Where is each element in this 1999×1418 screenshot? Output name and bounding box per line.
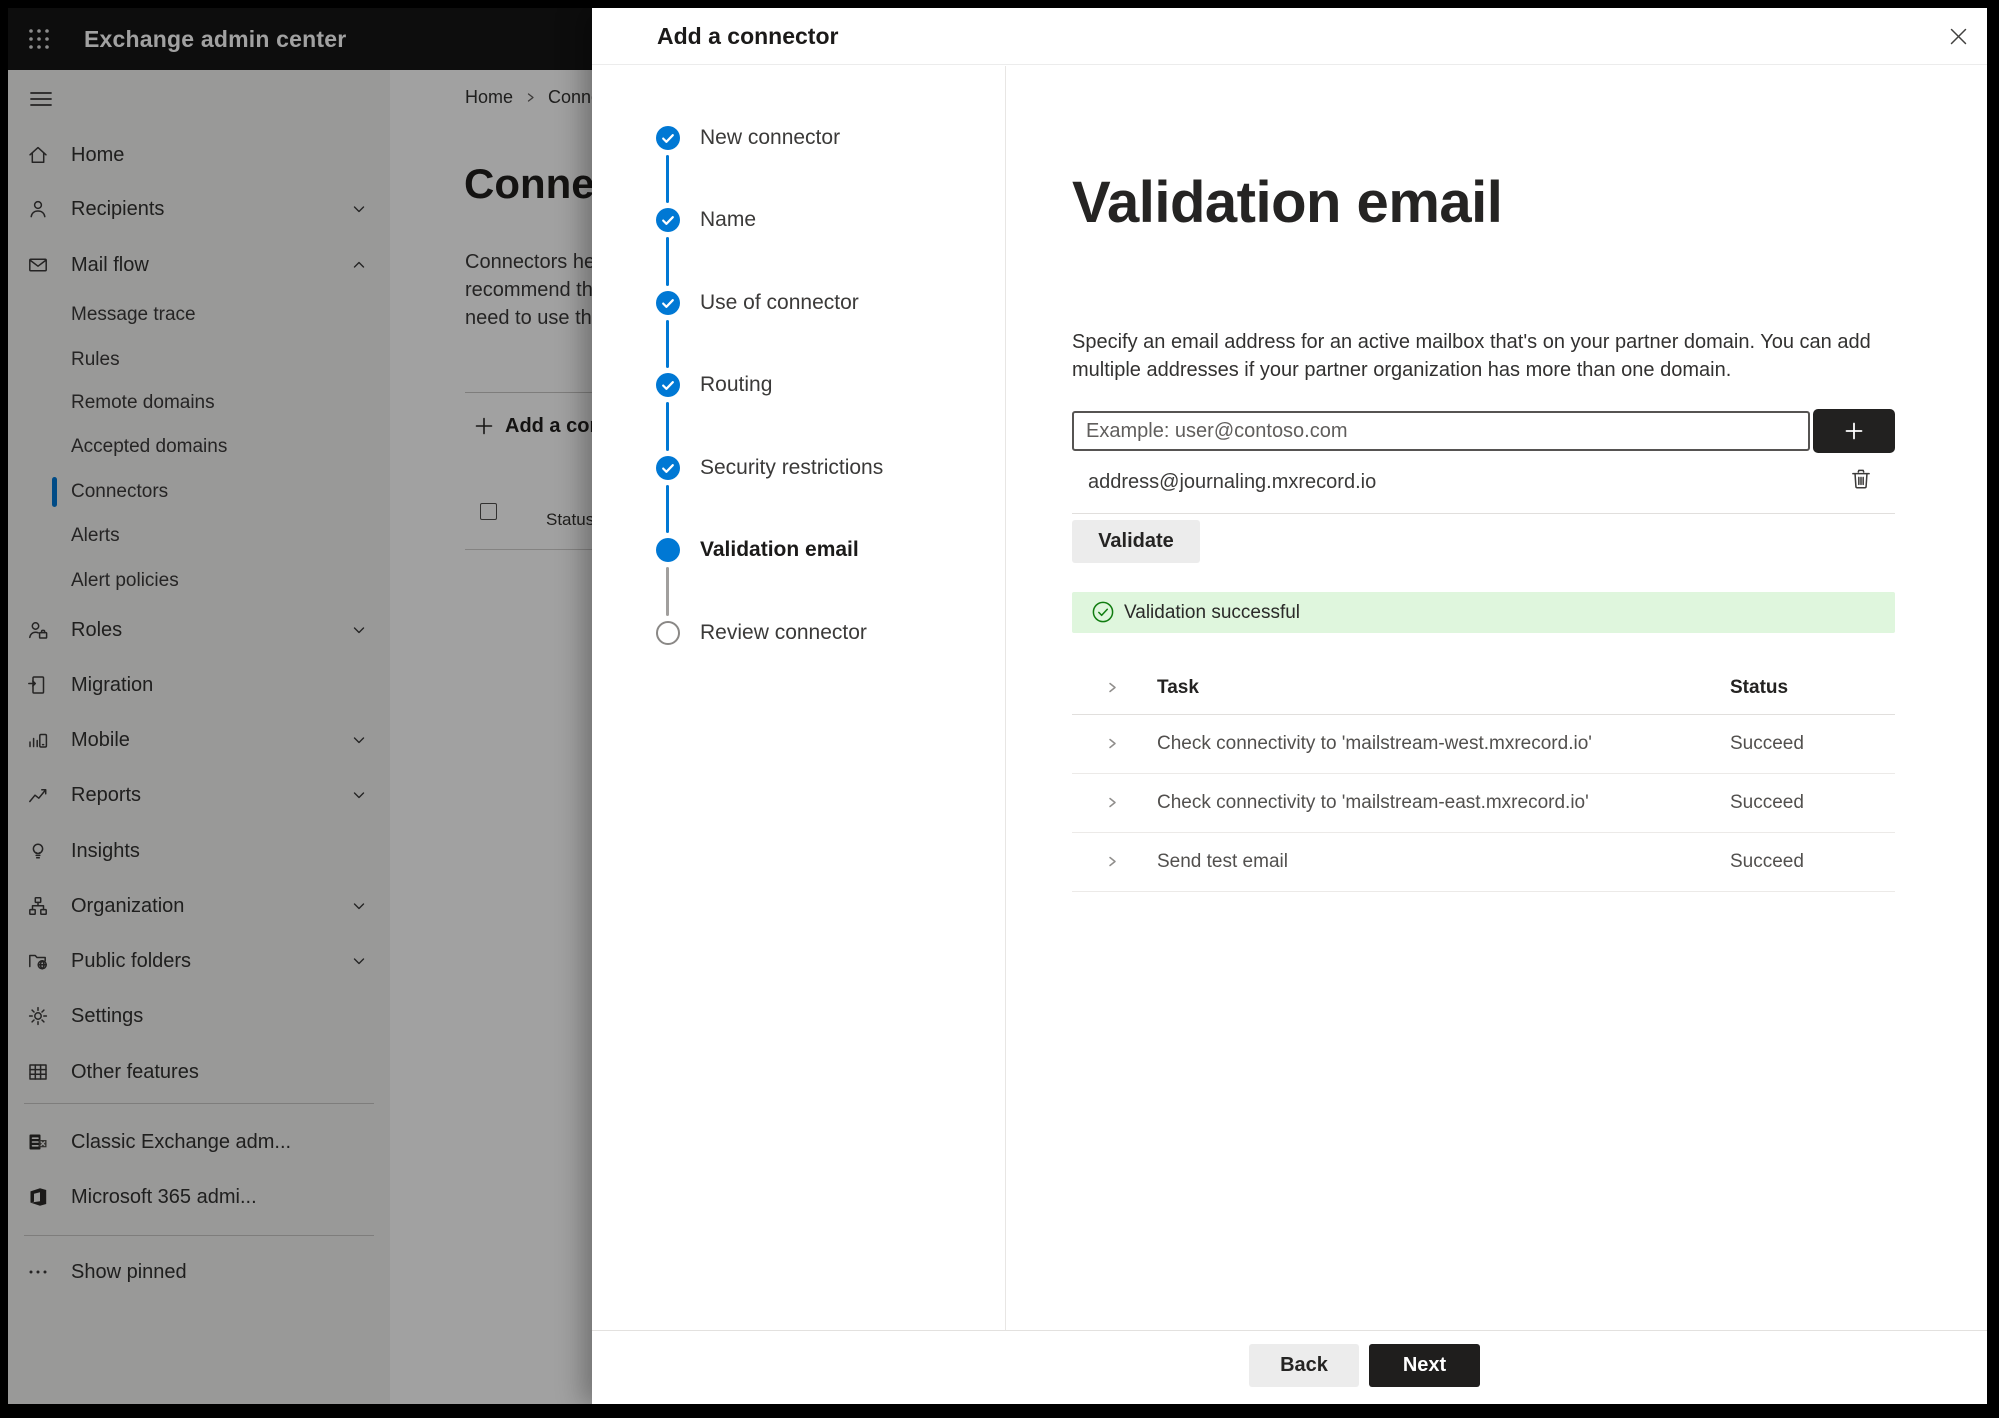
step-connector-line: [666, 485, 669, 533]
step-circle-upcoming: [656, 621, 680, 645]
step-connector-line: [666, 320, 669, 368]
wizard-step-use-of-connector[interactable]: Use of connector: [700, 289, 859, 317]
panel-title: Add a connector: [657, 23, 839, 49]
wizard-step-new-connector[interactable]: New connector: [700, 124, 840, 152]
step-circle-complete: [656, 126, 680, 150]
validation-success-banner: Validation successful: [1072, 592, 1895, 633]
delete-address-button[interactable]: [1846, 464, 1876, 494]
divider: [1072, 513, 1895, 514]
task-cell: Check connectivity to 'mailstream-west.m…: [1157, 733, 1592, 754]
validation-email-step-content: Validation email Specify an email addres…: [1006, 66, 1987, 1330]
close-icon[interactable]: [1943, 21, 1973, 51]
expand-row-chevron-icon[interactable]: [1106, 796, 1119, 809]
status-cell: Succeed: [1730, 851, 1804, 872]
description-line-1: Specify an email address for an active m…: [1072, 331, 1871, 353]
step-circle-current: [656, 538, 680, 562]
step-circle-complete: [656, 208, 680, 232]
task-cell: Check connectivity to 'mailstream-east.m…: [1157, 792, 1589, 813]
wizard-step-name[interactable]: Name: [700, 206, 756, 234]
task-cell: Send test email: [1157, 851, 1288, 872]
description-line-2: multiple addresses if your partner organ…: [1072, 359, 1732, 381]
table-header-row: Task Status: [1072, 661, 1895, 715]
step-circle-complete: [656, 291, 680, 315]
validate-button[interactable]: Validate: [1072, 520, 1200, 563]
next-button[interactable]: Next: [1369, 1344, 1480, 1387]
trash-icon: [1852, 469, 1870, 489]
wizard-steps: New connector Name Use of connector Routing…: [592, 66, 1006, 1330]
table-row[interactable]: Check connectivity to 'mailstream-east.m…: [1072, 774, 1895, 833]
wizard-step-routing[interactable]: Routing: [700, 371, 772, 399]
panel-footer: Back Next: [592, 1330, 1987, 1404]
task-column-header: Task: [1157, 676, 1199, 698]
table-row[interactable]: Send test email Succeed: [1072, 833, 1895, 892]
step-connector-line: [666, 567, 669, 616]
step-description: Specify an email address for an active m…: [1072, 328, 1871, 384]
added-address: address@journaling.mxrecord.io: [1088, 471, 1377, 493]
screen: Exchange admin center Home Recipients Mail…: [8, 8, 1987, 1404]
expand-row-chevron-icon[interactable]: [1106, 855, 1119, 868]
step-connector-line: [666, 237, 669, 286]
panel-header: Add a connector: [592, 8, 1987, 65]
step-circle-complete: [656, 456, 680, 480]
expand-row-chevron-icon[interactable]: [1106, 737, 1119, 750]
validation-tasks-table: Task Status Check connectivity to 'mailstr…: [1072, 661, 1895, 892]
wizard-step-validation-email[interactable]: Validation email: [700, 536, 859, 564]
modal-dim-overlay: [8, 8, 592, 1404]
status-cell: Succeed: [1730, 733, 1804, 754]
wizard-step-review-connector[interactable]: Review connector: [700, 619, 867, 647]
back-button[interactable]: Back: [1249, 1344, 1359, 1387]
step-connector-line: [666, 402, 669, 451]
step-connector-line: [666, 155, 669, 203]
table-row[interactable]: Check connectivity to 'mailstream-west.m…: [1072, 715, 1895, 774]
wizard-step-security-restrictions[interactable]: Security restrictions: [700, 454, 883, 482]
success-check-icon: [1092, 601, 1114, 623]
step-heading: Validation email: [1072, 170, 1503, 235]
email-address-input[interactable]: [1072, 411, 1810, 451]
status-column-header: Status: [1730, 676, 1789, 698]
add-address-button[interactable]: [1813, 409, 1895, 453]
add-connector-panel: Add a connector New connector Name Use of …: [592, 8, 1987, 1404]
expand-all-chevron-icon[interactable]: [1106, 681, 1119, 694]
status-cell: Succeed: [1730, 792, 1804, 813]
banner-text: Validation successful: [1124, 602, 1301, 623]
plus-icon: [1845, 422, 1863, 440]
step-circle-complete: [656, 373, 680, 397]
